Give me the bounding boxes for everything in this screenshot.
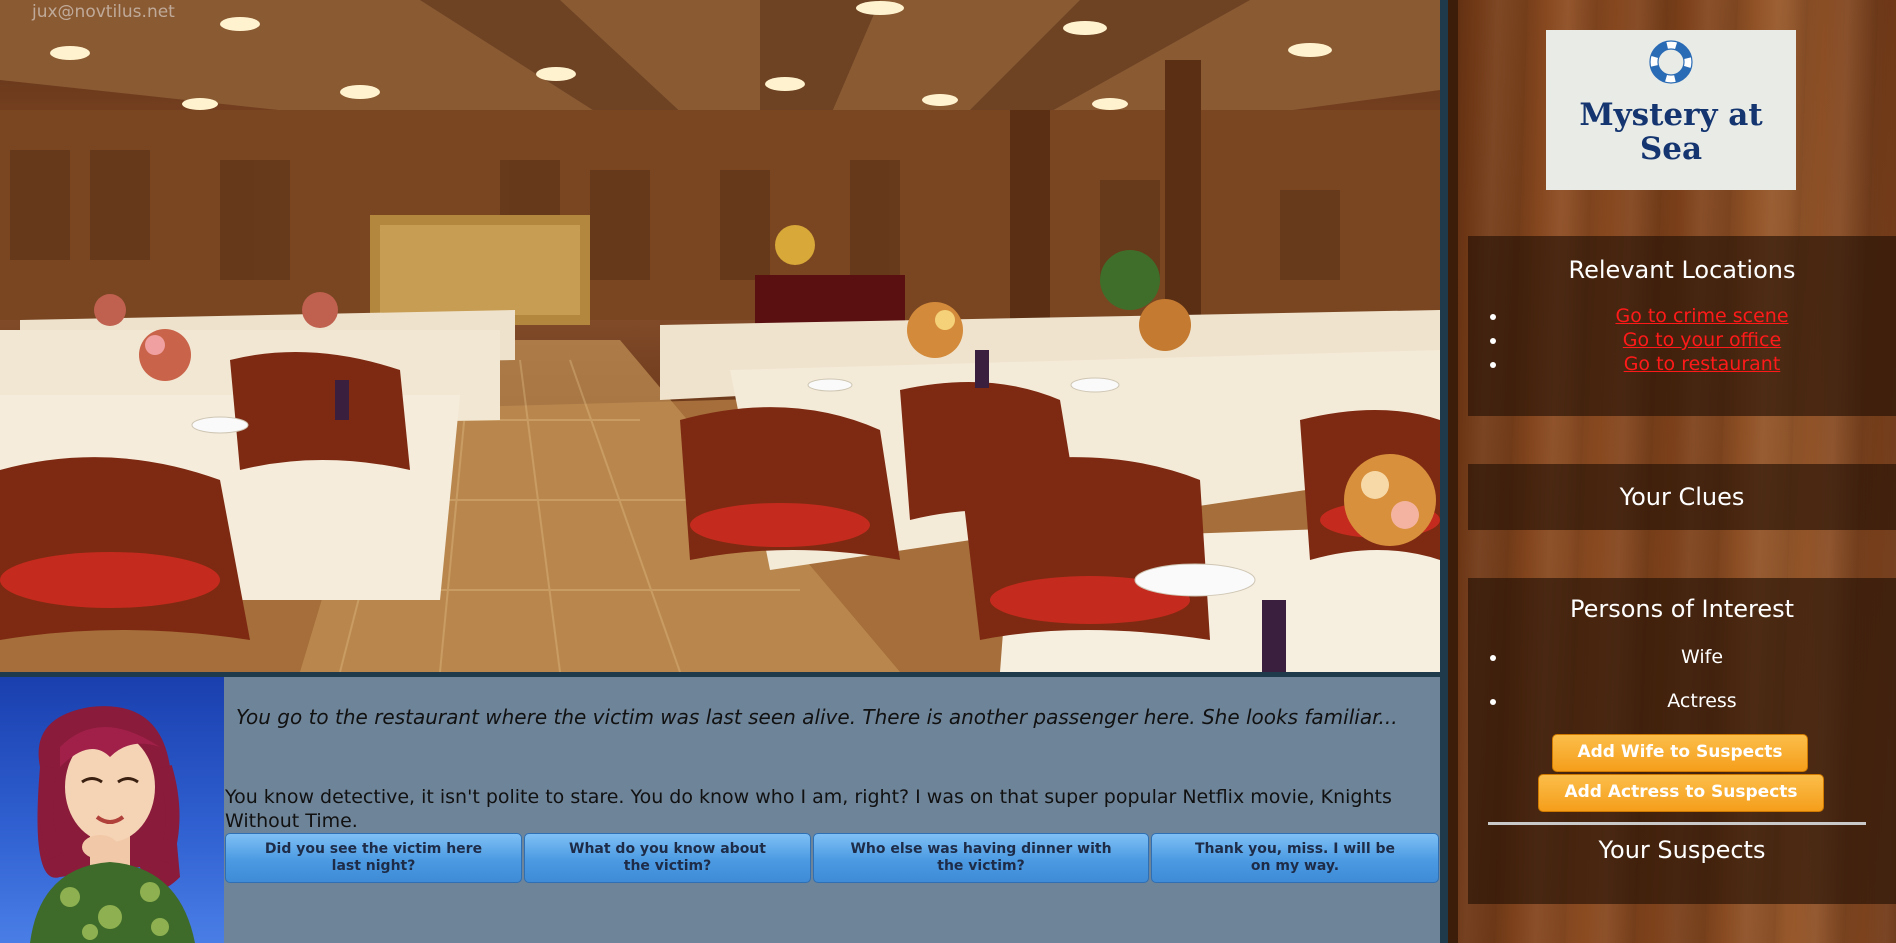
add-actress-to-suspects-button[interactable]: Add Actress to Suspects [1538,774,1824,812]
dialogue-panel: You go to the restaurant where the victi… [0,677,1440,943]
game-logo: Mystery at Sea [1546,30,1796,190]
list-item: Go to your office [1508,328,1896,352]
locations-title: Relevant Locations [1568,256,1796,284]
list-item: Go to crime scene [1508,304,1896,328]
clues-panel: Your Clues [1468,464,1896,530]
watermark: jux@novtilus.net [32,2,175,22]
choice-button[interactable]: Who else was having dinner with the vict… [813,833,1149,883]
choice-list: Did you see the victim here last night? … [225,833,1440,885]
choice-button[interactable]: What do you know about the victim? [524,833,811,883]
person-item-wife: Wife [1508,635,1896,679]
location-link-office[interactable]: Go to your office [1623,329,1781,351]
choice-button[interactable]: Did you see the victim here last night? [225,833,522,883]
narration-text: You go to the restaurant where the victi… [236,705,1398,729]
suspects-title: Your Suspects [1598,836,1766,864]
list-item: Go to restaurant [1508,352,1896,376]
clues-title: Your Clues [1619,483,1745,511]
locations-panel: Relevant Locations Go to crime scene Go … [1468,236,1896,416]
location-link-crime-scene[interactable]: Go to crime scene [1615,305,1788,327]
character-portrait [0,677,224,943]
scene-background: jux@novtilus.net [0,0,1440,672]
persons-title: Persons of Interest [1569,595,1795,623]
game-title: Mystery at Sea [1579,97,1763,167]
person-item-actress: Actress [1508,679,1896,723]
actress-portrait [30,706,195,943]
persons-list: Wife Actress [1468,635,1896,723]
choice-button[interactable]: Thank you, miss. I will be on my way. [1151,833,1439,883]
restaurant-illustration [0,0,1440,672]
add-wife-to-suspects-button[interactable]: Add Wife to Suspects [1552,734,1808,772]
locations-list: Go to crime scene Go to your office Go t… [1468,304,1896,376]
divider [1488,822,1866,825]
sidebar: Mystery at Sea Relevant Locations Go to … [1448,0,1896,943]
lifebuoy-icon [1649,40,1693,84]
location-link-restaurant[interactable]: Go to restaurant [1624,353,1781,375]
character-speech: You know detective, it isn't polite to s… [225,786,1392,832]
